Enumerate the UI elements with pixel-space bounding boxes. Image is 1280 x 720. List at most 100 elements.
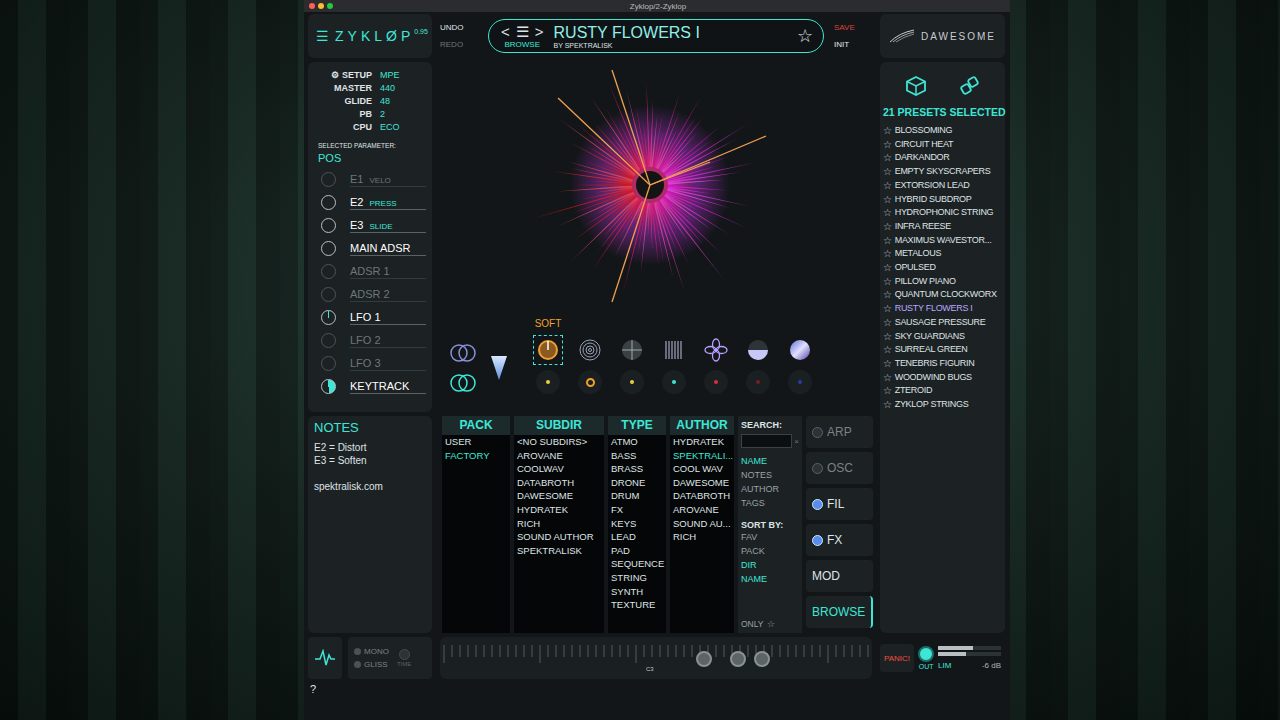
section-button[interactable]: BROWSE bbox=[806, 596, 873, 628]
star-icon[interactable]: ☆ bbox=[883, 302, 892, 316]
mod-source[interactable]: MAIN ADSR bbox=[318, 237, 426, 260]
mod-source[interactable]: ADSR 2 bbox=[318, 283, 426, 306]
star-icon[interactable]: ☆ bbox=[883, 316, 892, 330]
search-field-option[interactable]: NAME bbox=[741, 454, 799, 468]
preset-item[interactable]: ☆BLOSSOMING bbox=[883, 124, 1002, 138]
mod-source[interactable]: KEYTRACK bbox=[318, 375, 426, 398]
logo[interactable]: ☰ZYKLØP0.95 bbox=[308, 14, 432, 58]
star-icon[interactable]: ☆ bbox=[883, 261, 892, 275]
column-item[interactable]: RICH bbox=[514, 517, 604, 531]
effect-dot-well[interactable] bbox=[704, 370, 728, 394]
star-icon[interactable]: ☆ bbox=[883, 151, 892, 165]
preset-item[interactable]: ☆DARKANDOR bbox=[883, 151, 1002, 165]
toggle-icon[interactable] bbox=[812, 535, 823, 546]
column-item[interactable]: DRUM bbox=[608, 489, 666, 503]
mod-source[interactable]: E3SLIDE bbox=[318, 214, 426, 237]
toggle-icon[interactable] bbox=[812, 463, 823, 474]
effect-button[interactable] bbox=[576, 336, 604, 364]
effect-button[interactable] bbox=[660, 336, 688, 364]
column-item[interactable]: SOUND AUTHOR bbox=[514, 530, 604, 544]
mod-dial-icon[interactable] bbox=[321, 218, 336, 233]
search-field-option[interactable]: NOTES bbox=[741, 468, 799, 482]
star-icon[interactable]: ☆ bbox=[883, 220, 892, 234]
menu-icon[interactable]: ☰ bbox=[316, 28, 329, 44]
star-icon[interactable]: ☆ bbox=[883, 275, 892, 289]
sort-option[interactable]: FAV bbox=[741, 530, 799, 544]
triangle-icon[interactable] bbox=[490, 355, 508, 381]
column-item[interactable]: DATABROTH bbox=[670, 489, 734, 503]
effect-button[interactable] bbox=[786, 336, 814, 364]
star-icon[interactable]: ☆ bbox=[883, 330, 892, 344]
column-item[interactable]: DAWESOME bbox=[514, 489, 604, 503]
mod-dial-icon[interactable] bbox=[321, 172, 336, 187]
column-item[interactable]: <NO SUBDIRS> bbox=[514, 435, 604, 449]
rings-icon[interactable] bbox=[450, 342, 476, 364]
column-item[interactable]: HYDRATEK bbox=[514, 503, 604, 517]
effect-dot-well[interactable] bbox=[746, 370, 770, 394]
column-item[interactable]: BASS bbox=[608, 449, 666, 463]
search-field-option[interactable]: TAGS bbox=[741, 496, 799, 510]
column-item[interactable]: COOL WAV bbox=[670, 462, 734, 476]
notes-link[interactable]: spektralisk.com bbox=[314, 481, 426, 492]
column-item[interactable]: PAD bbox=[608, 544, 666, 558]
section-button[interactable]: ARP bbox=[806, 416, 873, 448]
effect-dot-well[interactable] bbox=[578, 370, 602, 394]
column-item[interactable]: DAWESOME bbox=[670, 476, 734, 490]
mod-dial-icon[interactable] bbox=[321, 264, 336, 279]
section-button[interactable]: FX bbox=[806, 524, 873, 556]
star-icon[interactable]: ☆ bbox=[883, 124, 892, 138]
clear-search-button[interactable]: × bbox=[794, 437, 799, 446]
effect-button[interactable] bbox=[744, 336, 772, 364]
column-item[interactable]: HYDRATEK bbox=[670, 435, 734, 449]
column-item[interactable]: AROVANE bbox=[670, 503, 734, 517]
mod-source[interactable]: LFO 3 bbox=[318, 352, 426, 375]
preset-item[interactable]: ☆MAXIMUS WAVESTOR... bbox=[883, 234, 1002, 248]
effect-slot[interactable]: SOFT bbox=[534, 318, 562, 394]
key-handle[interactable] bbox=[754, 651, 770, 667]
star-icon[interactable]: ☆ bbox=[883, 398, 892, 412]
effect-slot[interactable] bbox=[576, 318, 604, 394]
setup-value[interactable]: ECO bbox=[380, 122, 426, 132]
only-favorites-toggle[interactable]: ONLY☆ bbox=[741, 619, 799, 629]
limiter-toggle[interactable]: LIM bbox=[938, 661, 951, 670]
effect-slot[interactable] bbox=[702, 318, 730, 394]
prev-preset-button[interactable]: < bbox=[501, 24, 510, 40]
key-handle[interactable] bbox=[730, 651, 746, 667]
mod-source[interactable]: LFO 1 bbox=[318, 306, 426, 329]
preset-item[interactable]: ☆HYDROPHONIC STRING bbox=[883, 206, 1002, 220]
key-handle[interactable] bbox=[696, 651, 712, 667]
column-item[interactable]: LEAD bbox=[608, 530, 666, 544]
column-item[interactable]: COOLWAV bbox=[514, 462, 604, 476]
zoom-button[interactable] bbox=[327, 3, 333, 9]
effect-slot[interactable] bbox=[660, 318, 688, 394]
toggle-icon[interactable] bbox=[812, 427, 823, 438]
star-icon[interactable]: ☆ bbox=[883, 371, 892, 385]
minimize-button[interactable] bbox=[318, 3, 324, 9]
star-icon[interactable]: ☆ bbox=[883, 247, 892, 261]
star-icon[interactable]: ☆ bbox=[883, 384, 892, 398]
column-item[interactable]: KEYS bbox=[608, 517, 666, 531]
close-button[interactable] bbox=[309, 3, 315, 9]
column-item[interactable]: DRONE bbox=[608, 476, 666, 490]
column-item[interactable]: SOUND AU... bbox=[670, 517, 734, 531]
dice-icon[interactable] bbox=[906, 76, 926, 96]
effect-button[interactable] bbox=[534, 336, 562, 364]
section-button[interactable]: FIL bbox=[806, 488, 873, 520]
column-item[interactable]: SEQUENCE bbox=[608, 557, 666, 571]
column-item[interactable]: DATABROTH bbox=[514, 476, 604, 490]
star-icon[interactable]: ☆ bbox=[883, 343, 892, 357]
star-icon[interactable]: ☆ bbox=[883, 179, 892, 193]
preset-item[interactable]: ☆ZYKLOP STRINGS bbox=[883, 398, 1002, 412]
preset-menu-button[interactable]: ☰ bbox=[516, 24, 529, 40]
star-icon[interactable]: ☆ bbox=[883, 234, 892, 248]
setup-button[interactable]: ⚙ SETUP bbox=[318, 70, 372, 80]
effect-dot-well[interactable] bbox=[536, 370, 560, 394]
mod-source[interactable]: LFO 2 bbox=[318, 329, 426, 352]
star-icon[interactable]: ☆ bbox=[883, 138, 892, 152]
effect-dot-well[interactable] bbox=[620, 370, 644, 394]
browse-link[interactable]: BROWSE bbox=[504, 40, 540, 49]
effect-slot[interactable] bbox=[786, 318, 814, 394]
column-item[interactable]: TEXTURE bbox=[608, 598, 666, 612]
favorite-star[interactable]: ☆ bbox=[797, 25, 813, 47]
out-knob[interactable]: OUT bbox=[918, 646, 934, 670]
